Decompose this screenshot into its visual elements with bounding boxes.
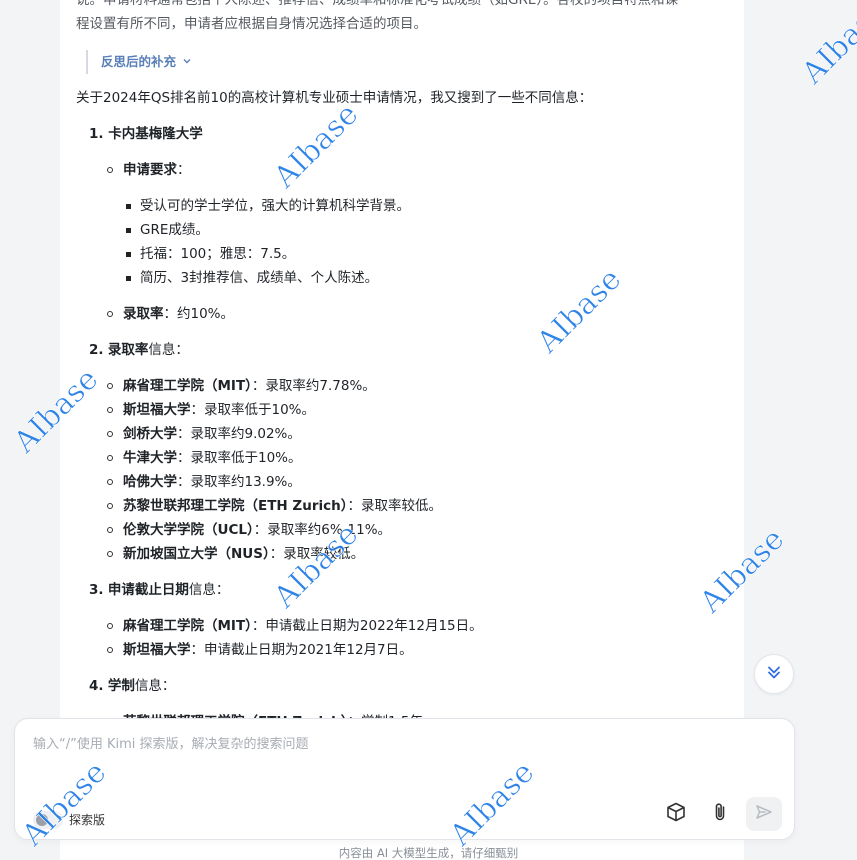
bullet [107, 647, 113, 653]
list-item: 麻省理工学院（MIT）：录取率约7.78%。 [123, 378, 376, 394]
bullet [107, 503, 113, 509]
cube-icon[interactable] [663, 799, 689, 825]
list-subitem: 托福：100；雅思：7.5。 [140, 246, 296, 262]
bullet [107, 527, 113, 533]
scroll-to-bottom-button[interactable] [754, 654, 794, 694]
bullet [107, 167, 113, 173]
section-heading: 3. 申请截止日期信息： [89, 582, 230, 598]
watermark: AIbase [795, 0, 857, 92]
reflection-label: 反思后的补充 [101, 54, 177, 69]
list-item: 剑桥大学：录取率约9.02%。 [123, 426, 301, 442]
partial-line-1: 说。申请材料通常包括个人陈述、推荐信、成绩单和标准化考试成绩（如GRE）。各校的… [76, 0, 679, 8]
bullet [126, 204, 131, 209]
section-heading: 2. 录取率信息： [89, 342, 189, 358]
section-heading: 1. 卡内基梅隆大学 [89, 126, 203, 142]
bullet [107, 455, 113, 461]
list-subitem: 受认可的学士学位，强大的计算机科学背景。 [140, 198, 410, 214]
bullet [107, 479, 113, 485]
chat-input[interactable] [33, 733, 773, 793]
bullet [107, 407, 113, 413]
list-item: 斯坦福大学：申请截止日期为2021年12月7日。 [123, 642, 413, 658]
list-subitem: 简历、3封推荐信、成绩单、个人陈述。 [140, 270, 379, 286]
list-item: 麻省理工学院（MIT）：申请截止日期为2022年12月15日。 [123, 618, 483, 634]
send-icon [754, 802, 774, 826]
partial-paragraph: 说。申请材料通常包括个人陈述、推荐信、成绩单和标准化考试成绩（如GRE）。各校的… [76, 0, 736, 36]
section-heading: 4. 学制信息： [89, 678, 176, 694]
list-subitem: GRE成绩。 [140, 222, 209, 238]
chat-input-container: 探索版 [14, 718, 795, 840]
bullet [107, 431, 113, 437]
bullet [126, 276, 131, 281]
disclaimer-footer: 内容由 AI 大模型生成，请仔细甄别 [338, 846, 519, 860]
bullet [107, 551, 113, 557]
paperclip-icon[interactable] [707, 799, 733, 825]
list-item: 斯坦福大学：录取率低于10%。 [123, 402, 316, 418]
list-item: 哈佛大学：录取率约13.9%。 [123, 474, 301, 490]
bullet [107, 623, 113, 629]
bullet [107, 311, 113, 317]
list-item: 苏黎世联邦理工学院（ETH Zurich）：录取率较低。 [123, 498, 442, 514]
reflection-toggle[interactable]: 反思后的补充 [86, 50, 192, 74]
partial-line-2: 程设置有所不同，申请者应根据自身情况选择合适的项目。 [76, 16, 427, 32]
list-item: 牛津大学：录取率低于10%。 [123, 450, 302, 466]
bullet [107, 383, 113, 389]
list-item: 录取率：约10%。 [123, 306, 235, 322]
chevron-down-icon [182, 50, 192, 74]
list-item: 申请要求： [123, 162, 191, 178]
bullet [126, 228, 131, 233]
bullet [126, 252, 131, 257]
double-chevron-down-icon [765, 663, 783, 685]
send-button[interactable] [746, 797, 782, 831]
